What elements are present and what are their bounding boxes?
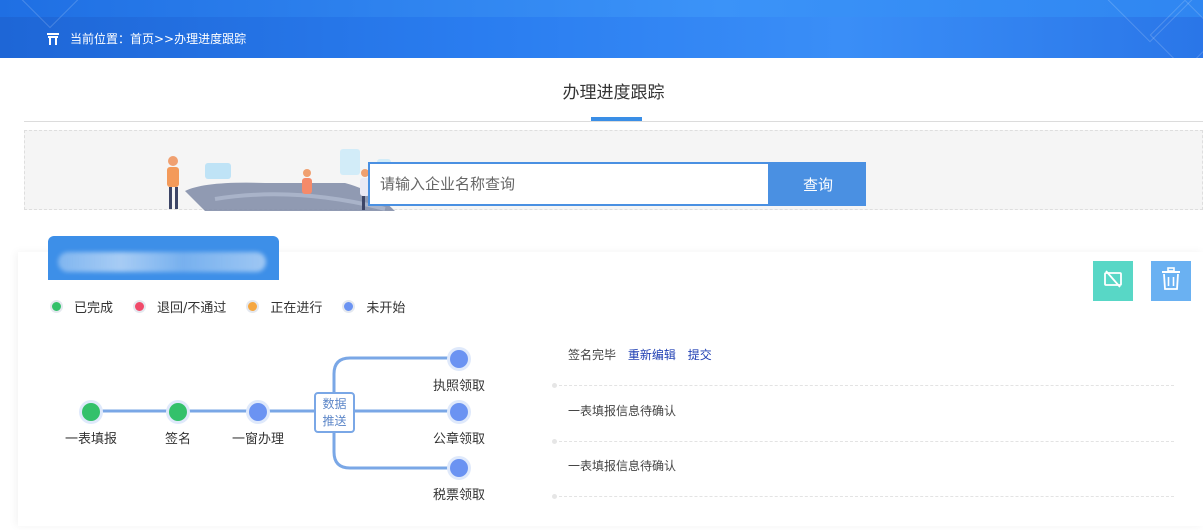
row-text: 一表填报信息待确认 [568, 404, 677, 418]
home-icon[interactable] [46, 32, 60, 46]
data-push-node[interactable]: 数据 推送 [314, 392, 355, 433]
in-progress-dot [246, 300, 260, 313]
branch-label-1: 执照领取 [432, 379, 486, 394]
breadcrumb: 当前位置：首页>>办理进度跟踪 [46, 30, 246, 47]
status-row: 签名完毕 重新编辑 提交 [552, 330, 1174, 388]
step-node-3[interactable] [245, 399, 271, 425]
completed-dot [50, 300, 63, 313]
company-tab[interactable] [48, 236, 279, 280]
step-node-2[interactable] [165, 399, 191, 425]
step-label-2: 签名 [164, 432, 192, 447]
status-row: 一表填报信息待确认 [552, 441, 1174, 499]
legend-item-rejected: 退回/不通过 [133, 297, 226, 316]
submit-link[interactable]: 提交 [688, 348, 712, 362]
status-legend: 已完成 退回/不通过 正在进行 未开始 [50, 297, 405, 316]
company-name-blurred [58, 252, 266, 272]
delete-button[interactable] [1151, 261, 1191, 301]
trash-icon [1160, 267, 1182, 295]
reedit-link[interactable]: 重新编辑 [628, 348, 676, 362]
title-underline [591, 117, 642, 121]
push-label-line2: 推送 [322, 414, 347, 428]
breadcrumb-text[interactable]: 当前位置：首页>>办理进度跟踪 [70, 30, 246, 47]
top-banner: 当前位置：首页>>办理进度跟踪 [0, 0, 1203, 58]
not-started-dot [342, 300, 356, 313]
page-title[interactable]: 办理进度跟踪 [24, 78, 1203, 103]
push-label-line1: 数据 [322, 397, 347, 411]
status-row: 一表填报信息待确认 [552, 386, 1174, 444]
legend-item-in-progress: 正在进行 [246, 297, 322, 316]
legend-label: 已完成 [74, 301, 114, 316]
step-label-3: 一窗办理 [231, 432, 285, 447]
legend-label: 退回/不通过 [157, 301, 227, 316]
title-section: 办理进度跟踪 [24, 58, 1203, 122]
step-label-1: 一表填报 [64, 432, 118, 447]
row-text: 签名完毕 [568, 348, 617, 362]
search-button[interactable]: 查询 [770, 162, 866, 206]
branch-node-3[interactable] [446, 455, 472, 481]
unlink-button[interactable] [1093, 261, 1133, 301]
rejected-dot [133, 300, 147, 313]
legend-item-completed: 已完成 [50, 297, 113, 316]
search-input[interactable] [368, 162, 770, 206]
legend-label: 未开始 [366, 301, 406, 316]
branch-node-2[interactable] [446, 399, 472, 425]
unlink-icon [1102, 268, 1124, 294]
branch-label-3: 税票领取 [432, 488, 486, 503]
step-node-1[interactable] [78, 399, 104, 425]
branch-label-2: 公章领取 [432, 432, 486, 447]
row-text: 一表填报信息待确认 [568, 459, 677, 473]
banner-strip [0, 0, 1203, 17]
legend-label: 正在进行 [270, 301, 323, 316]
legend-item-not-started: 未开始 [342, 297, 405, 316]
branch-node-1[interactable] [446, 346, 472, 372]
